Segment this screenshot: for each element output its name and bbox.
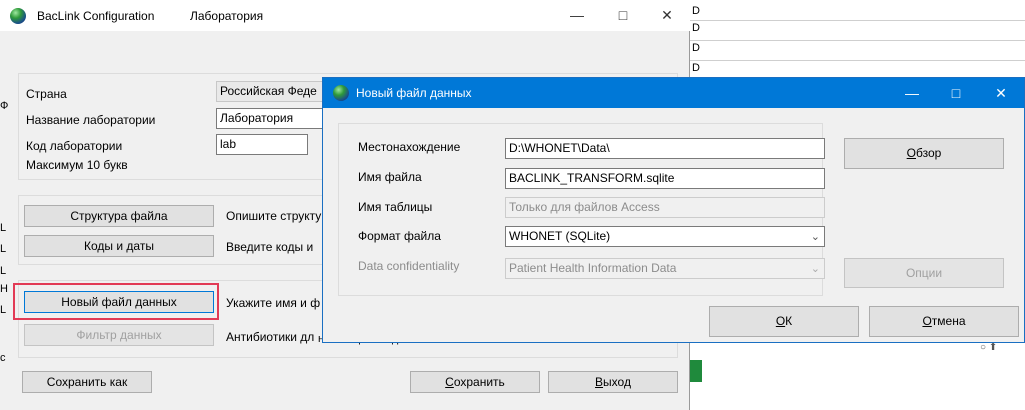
location-label: Местонахождение	[358, 140, 461, 154]
background-cell-text: D	[692, 62, 700, 74]
clipped-label: с	[0, 352, 6, 364]
exit-label: ыход	[603, 375, 631, 389]
browse-label: бзор	[916, 146, 942, 160]
data-filter-button[interactable]: Фильтр данных	[24, 324, 214, 346]
confidentiality-value: Patient Health Information Data	[509, 261, 677, 275]
file-structure-button[interactable]: Структура файла	[24, 205, 214, 227]
country-label: Страна	[26, 87, 67, 101]
file-format-select[interactable]: WHONET (SQLite) ⌄	[505, 226, 825, 247]
close-icon[interactable]: ✕	[644, 0, 690, 31]
lab-name-label: Название лаборатории	[26, 113, 156, 127]
maximize-icon[interactable]: □	[600, 0, 646, 31]
ok-mnemonic: О	[775, 314, 786, 328]
country-select[interactable]: Российская Феде	[216, 81, 324, 102]
file-format-label: Формат файла	[358, 229, 441, 243]
close-icon[interactable]: ✕	[978, 78, 1024, 108]
filename-input[interactable]: BACLINK_TRANSFORM.sqlite	[505, 168, 825, 189]
file-structure-description: Опишите структу	[226, 209, 322, 223]
browse-mnemonic: О	[906, 146, 916, 160]
table-name-label: Имя таблицы	[358, 200, 433, 214]
highlight-frame	[13, 283, 219, 320]
background-green-strip	[690, 360, 702, 382]
table-name-input[interactable]: Только для файлов Access	[505, 197, 825, 218]
dialog-title: Новый файл данных	[356, 86, 472, 100]
new-data-file-description: Укажите имя и ф	[226, 296, 321, 310]
confidentiality-label: Data confidentiality	[358, 259, 460, 273]
chevron-down-icon: ⌄	[810, 263, 820, 275]
clipped-label: L	[0, 304, 7, 316]
lab-code-input[interactable]: lab	[216, 134, 308, 155]
background-search-icon: ○ ⬆	[980, 342, 998, 353]
background-row-divider	[690, 60, 1025, 61]
save-label: охранить	[453, 375, 505, 389]
cancel-mnemonic: О	[922, 314, 932, 328]
lab-code-label: Код лаборатории	[26, 139, 123, 153]
background-row-divider	[690, 20, 1025, 21]
lab-name-input[interactable]: Лаборатория	[216, 108, 324, 129]
new-data-file-dialog: Новый файл данных — □ ✕ Местонахождение …	[322, 77, 1025, 343]
clipped-label: L	[0, 222, 7, 234]
globe-app-icon	[333, 85, 349, 101]
background-cell-text: D	[692, 5, 700, 17]
browse-button[interactable]: Обзор	[844, 138, 1004, 169]
minimize-icon[interactable]: —	[554, 0, 600, 31]
clipped-label: Ф	[0, 100, 9, 112]
dialog-titlebar: Новый файл данных — □ ✕	[323, 78, 1024, 108]
cancel-button[interactable]: Отмена	[869, 306, 1019, 337]
ok-label: К	[785, 314, 793, 328]
cancel-label: тмена	[931, 314, 966, 328]
codes-dates-description: Введите коды и	[226, 240, 314, 254]
exit-button[interactable]: Выход	[548, 371, 678, 393]
filename-label: Имя файла	[358, 170, 422, 184]
clipped-label: L	[0, 265, 7, 277]
maximize-icon[interactable]: □	[933, 78, 979, 108]
save-button[interactable]: Сохранить	[410, 371, 540, 393]
max-letters-hint: Максимум 10 букв	[26, 158, 128, 172]
lab-title: Лаборатория	[190, 9, 264, 23]
chevron-down-icon: ⌄	[810, 231, 820, 243]
ok-button[interactable]: ОК	[709, 306, 859, 337]
background-row-divider	[690, 40, 1025, 41]
background-cell-text: D	[692, 22, 700, 34]
minimize-icon[interactable]: —	[889, 78, 935, 108]
data-filter-description: Антибиотики дл	[226, 330, 315, 344]
clipped-label: L	[0, 243, 7, 255]
confidentiality-select[interactable]: Patient Health Information Data ⌄	[505, 258, 825, 279]
location-input[interactable]: D:\WHONET\Data\	[505, 138, 825, 159]
clipped-label: Н	[0, 283, 8, 295]
background-cell-text: D	[692, 42, 700, 54]
exit-mnemonic: В	[595, 375, 604, 389]
app-title: BacLink Configuration	[37, 9, 155, 23]
globe-app-icon	[10, 8, 26, 24]
options-button[interactable]: Опции	[844, 258, 1004, 288]
save-as-button[interactable]: Сохранить как	[22, 371, 152, 393]
main-titlebar: BacLink Configuration Лаборатория — □ ✕	[0, 0, 690, 31]
codes-dates-button[interactable]: Коды и даты	[24, 235, 214, 257]
save-mnemonic: С	[445, 375, 454, 389]
file-format-value: WHONET (SQLite)	[509, 229, 611, 243]
